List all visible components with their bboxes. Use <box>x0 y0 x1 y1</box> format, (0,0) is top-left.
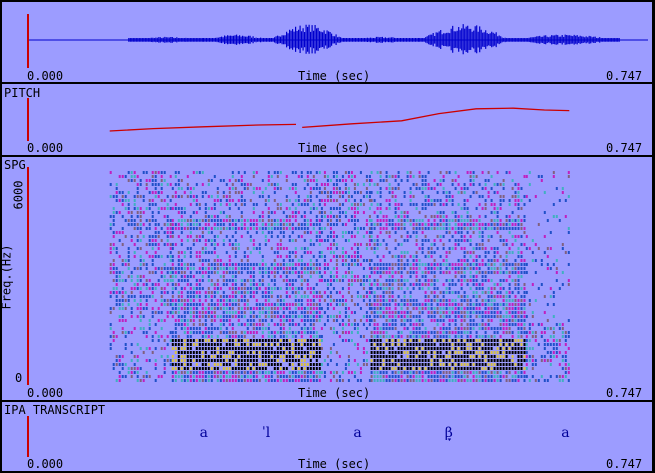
ipa-time-start: 0.000 <box>27 457 64 471</box>
spectrogram-panel[interactable]: SPG 6000 Freq.(Hz) 0 0.000 Time (sec) 0.… <box>0 157 652 400</box>
waveform-time-end: 0.747 <box>606 69 643 83</box>
spectrogram-region-0 <box>109 171 172 382</box>
ipa-time-axis-label: Time (sec) <box>298 457 371 471</box>
spectrogram-time-start: 0.000 <box>27 386 64 400</box>
waveform-panel[interactable]: 0.000 Time (sec) 0.747 <box>2 2 652 82</box>
pitch-time-axis-label: Time (sec) <box>298 141 371 155</box>
spectrogram-region-2 <box>320 171 371 382</box>
spectrogram-region-1 <box>171 171 321 382</box>
ipa-title: IPA TRANSCRIPT <box>4 403 106 417</box>
waveform-segment-4 <box>419 24 511 55</box>
ipa-time-end: 0.747 <box>606 457 643 471</box>
spectrogram-time-end: 0.747 <box>606 386 643 400</box>
spectrogram-plot <box>109 171 570 382</box>
waveform-segment-2 <box>269 24 345 54</box>
waveform-time-start: 0.000 <box>27 69 64 83</box>
pitch-panel[interactable]: PITCH 0.000 Time (sec) 0.747 <box>2 84 652 155</box>
spectrogram-cursor[interactable] <box>27 167 29 385</box>
pitch-curve-0 <box>109 123 297 132</box>
waveform-segment-1 <box>203 34 271 45</box>
waveform-time-axis-label: Time (sec) <box>298 69 371 83</box>
ipa-segment-0[interactable]: a <box>200 426 208 440</box>
spectrogram-region-3 <box>370 171 526 382</box>
waveform-segment-5 <box>510 34 620 45</box>
spectrogram-region-4 <box>525 171 570 382</box>
ipa-segment-4[interactable]: a <box>561 426 569 440</box>
ipa-segment-2[interactable]: a <box>353 426 361 440</box>
pitch-time-start: 0.000 <box>27 141 64 155</box>
ipa-cursor[interactable] <box>27 416 29 457</box>
pitch-curve-1 <box>302 107 570 129</box>
ipa-segment-1[interactable]: ˈl <box>262 426 270 440</box>
ipa-segment-3[interactable]: β̞ <box>445 426 453 440</box>
ipa-transcript-panel[interactable]: IPA TRANSCRIPT a ˈl a β̞ a 0.000 Time (sec) … <box>2 402 652 471</box>
pitch-time-end: 0.747 <box>606 141 643 155</box>
spectrogram-time-axis-label: Time (sec) <box>298 386 371 400</box>
